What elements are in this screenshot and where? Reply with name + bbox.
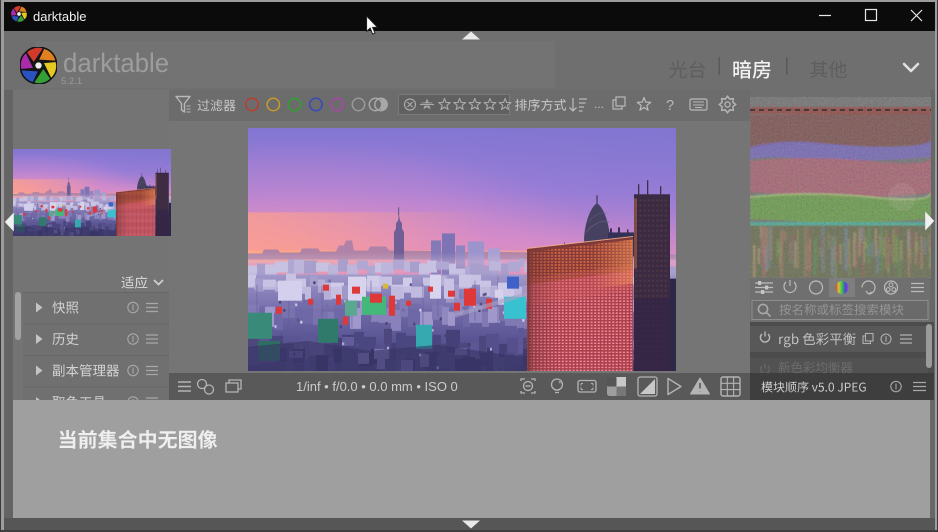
svg-text:?: ? — [666, 98, 674, 114]
svg-text:1/inf • f/0.0 • 0.0 mm • ISO 0: 1/inf • f/0.0 • 0.0 mm • ISO 0 — [296, 379, 458, 394]
svg-text:...: ... — [594, 97, 604, 111]
